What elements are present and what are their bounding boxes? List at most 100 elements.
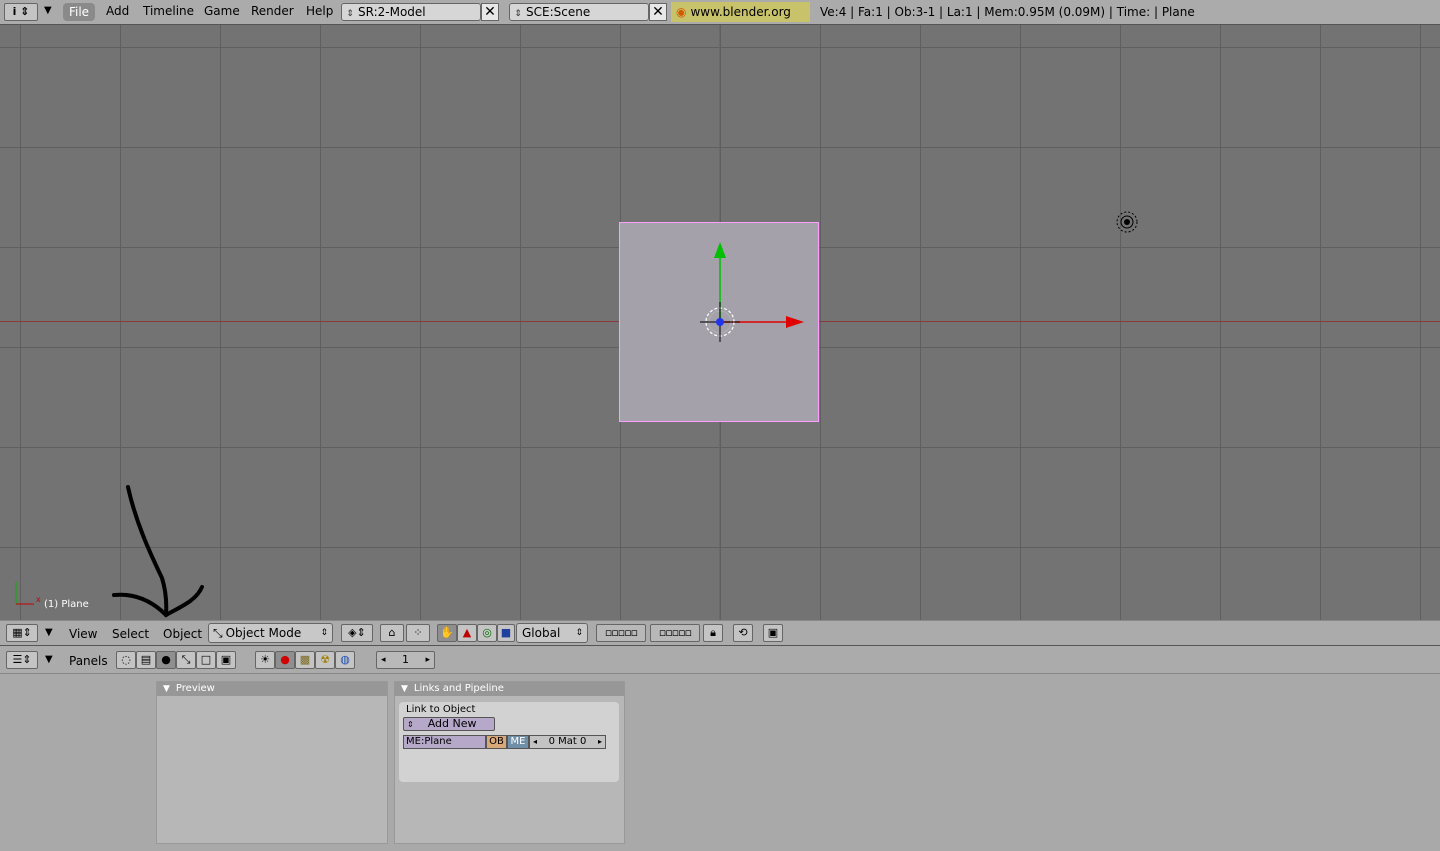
radiosity-icon: ☢ <box>320 653 330 666</box>
lamp-subcontext-button[interactable]: ☀ <box>255 651 275 669</box>
mode-selector[interactable]: ⤡ Object Mode ⇕ <box>208 623 333 643</box>
screen-selector[interactable]: ⇕ SR:2-Model <box>341 3 481 21</box>
collapse-menu-icon[interactable]: ▼ <box>45 627 53 638</box>
world-subcontext-button[interactable]: ◍ <box>335 651 355 669</box>
rotate-manipulator-button[interactable]: ◎ <box>477 624 497 642</box>
frame-value: 1 <box>402 653 409 666</box>
layer-grid-icon: ▫▫▫▫▫ <box>658 626 692 639</box>
cube-icon: ◈⇕ <box>348 626 366 639</box>
add-new-material-button[interactable]: ⇕ Add New <box>403 717 495 731</box>
preview-panel-header[interactable]: ▼ Preview <box>157 682 387 696</box>
object-icon: ⤡ <box>181 653 191 666</box>
orientation-label: Global <box>522 626 561 640</box>
x-arrow-icon[interactable] <box>786 316 804 328</box>
top-info-bar: i ⇕ ▼ File Add Timeline Game Render Help… <box>0 0 1440 39</box>
svg-text:x: x <box>36 595 41 604</box>
object-context-button[interactable]: ⤡ <box>176 651 196 669</box>
info-icon: i ⇕ <box>12 5 30 18</box>
dots-icon: ⁘ <box>413 626 423 639</box>
window-type-button-3d[interactable]: ▦⇕ <box>6 624 38 642</box>
blender-logo-icon: ◉ <box>676 5 687 19</box>
texture-icon: ▩ <box>299 653 311 666</box>
buttons-window-icon: ☰⇕ <box>12 653 32 666</box>
world-icon: ◍ <box>340 653 350 666</box>
orientation-selector[interactable]: Global ⇕ <box>516 623 588 643</box>
radiosity-subcontext-button[interactable]: ☢ <box>315 651 335 669</box>
collapse-menu-icon[interactable]: ▼ <box>45 654 53 665</box>
draw-type-button[interactable]: ◈⇕ <box>341 624 373 642</box>
delete-scene-button[interactable]: ✕ <box>649 3 667 21</box>
editing-context-button[interactable]: □ <box>196 651 216 669</box>
menu-help[interactable]: Help <box>306 4 333 18</box>
link-to-object-box: Link to Object ⇕ Add New ME:Plane OB ME ◂… <box>399 702 619 782</box>
screen-name: SR:2-Model <box>358 5 426 19</box>
grid-icon: ▦⇕ <box>12 626 32 639</box>
triangle-icon: ▲ <box>462 626 472 639</box>
manipulator-toggle[interactable]: ✋ <box>437 624 457 642</box>
editing-icon: □ <box>200 653 212 666</box>
mesh-name-field[interactable]: ME:Plane <box>403 735 486 749</box>
menu-object[interactable]: Object <box>163 627 202 641</box>
link-me-button[interactable]: ME <box>507 735 529 749</box>
pivot-icon: ⌂ <box>388 626 396 639</box>
menu-timeline[interactable]: Timeline <box>143 4 194 18</box>
scene-selector[interactable]: ⇕ SCE:Scene <box>509 3 649 21</box>
mesh-name: ME:Plane <box>406 736 452 747</box>
lamp-icon[interactable] <box>1116 211 1138 233</box>
window-type-button[interactable]: i ⇕ <box>4 3 38 21</box>
link-to-object-label: Link to Object <box>406 704 476 715</box>
window-type-button-buttons[interactable]: ☰⇕ <box>6 651 38 669</box>
material-index-counter[interactable]: ◂ 0 Mat 0 ▸ <box>529 735 606 749</box>
lock-layers-button[interactable]: 🔒︎ <box>703 624 723 642</box>
link-ob-button[interactable]: OB <box>486 735 507 749</box>
3d-viewport[interactable]: x (1) Plane <box>0 25 1440 620</box>
script-context-button[interactable]: ▤ <box>136 651 156 669</box>
layer-grid-icon: ▫▫▫▫▫ <box>604 626 638 639</box>
layer-buttons-1[interactable]: ▫▫▫▫▫ <box>596 624 646 642</box>
layer-buttons-2[interactable]: ▫▫▫▫▫ <box>650 624 700 642</box>
scene-stats: Ve:4 | Fa:1 | Ob:3-1 | La:1 | Mem:0.95M … <box>820 5 1195 19</box>
collapse-triangle-icon[interactable]: ▼ <box>163 684 170 694</box>
menu-render[interactable]: Render <box>251 4 294 18</box>
translate-manipulator-button[interactable]: ▲ <box>457 624 477 642</box>
logic-context-button[interactable]: ◌ <box>116 651 136 669</box>
panels-menu[interactable]: Panels <box>69 654 108 668</box>
close-icon: ✕ <box>652 4 664 20</box>
y-arrow-icon[interactable] <box>714 242 726 258</box>
image-icon: ▣ <box>767 626 779 639</box>
delete-screen-button[interactable]: ✕ <box>481 3 499 21</box>
right-arrow-icon[interactable]: ▸ <box>425 652 430 668</box>
left-arrow-icon[interactable]: ◂ <box>381 652 386 668</box>
menu-file[interactable]: File <box>63 3 95 21</box>
preview-title: Preview <box>175 683 215 694</box>
link-icon: ⟲ <box>738 626 748 639</box>
close-icon: ✕ <box>484 4 496 20</box>
pivot-button[interactable]: ⌂ <box>380 624 404 642</box>
texture-subcontext-button[interactable]: ▩ <box>295 651 315 669</box>
updown-arrows-icon: ⇕ <box>514 9 522 19</box>
hand-icon: ✋ <box>440 626 454 639</box>
scale-manipulator-button[interactable]: ■ <box>497 624 515 642</box>
left-arrow-icon[interactable]: ◂ <box>533 736 537 748</box>
buttons-window-header: ☰⇕ ▼ Panels ◌ ▤ ● ⤡ □ ▣ ☀ ● ▩ ☢ ◍ ◂ 1 ▸ <box>0 646 1440 674</box>
frame-counter[interactable]: ◂ 1 ▸ <box>376 651 435 669</box>
menu-add[interactable]: Add <box>106 4 129 18</box>
render-preview-button[interactable]: ▣ <box>763 624 783 642</box>
shading-context-button[interactable]: ● <box>156 651 176 669</box>
snap-button[interactable]: ⟲ <box>733 624 753 642</box>
transform-manipulator[interactable] <box>690 230 820 360</box>
menu-game[interactable]: Game <box>204 4 240 18</box>
right-arrow-icon[interactable]: ▸ <box>598 736 602 748</box>
collapse-triangle-icon[interactable]: ▼ <box>401 684 408 694</box>
updown-arrows-icon: ⇕ <box>320 628 328 638</box>
layer-display-button[interactable]: ⁘ <box>406 624 430 642</box>
menu-select[interactable]: Select <box>112 627 149 641</box>
scene-name: SCE:Scene <box>526 5 591 19</box>
material-subcontext-button[interactable]: ● <box>275 651 295 669</box>
scene-context-button[interactable]: ▣ <box>216 651 236 669</box>
menu-view[interactable]: View <box>69 627 97 641</box>
3d-view-header: ▦⇕ ▼ View Select Object ⤡ Object Mode ⇕ ◈… <box>0 620 1440 646</box>
links-panel-header[interactable]: ▼ Links and Pipeline <box>395 682 624 696</box>
collapse-menu-icon[interactable]: ▼ <box>44 5 52 16</box>
add-new-label: Add New <box>427 717 477 730</box>
